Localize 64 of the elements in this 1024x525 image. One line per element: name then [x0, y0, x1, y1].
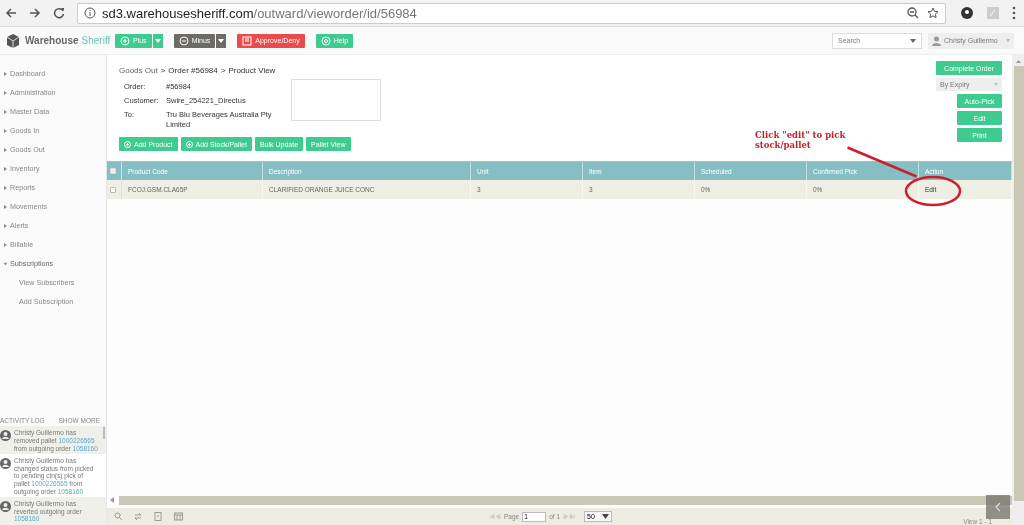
- caret-icon: [218, 38, 225, 43]
- highlight-ellipse: [904, 175, 962, 207]
- breadcrumb-item: Product View: [228, 66, 276, 75]
- bullet-icon: [4, 185, 7, 190]
- first-page-icon: [489, 514, 501, 519]
- star-icon: [927, 7, 939, 19]
- bullet-icon: [4, 71, 7, 76]
- caret-icon: [1006, 39, 1010, 42]
- bullet-icon: [4, 223, 7, 228]
- scroll-up-icon: [1016, 60, 1021, 63]
- bullet-icon: [4, 90, 7, 95]
- breadcrumb-separator: >: [160, 66, 166, 75]
- document-icon[interactable]: [154, 512, 163, 521]
- bullet-icon: [4, 109, 7, 114]
- refresh-icon[interactable]: [134, 512, 143, 521]
- chevron-left-icon: [995, 502, 1001, 512]
- caret-icon: [994, 83, 998, 86]
- info-icon: [84, 7, 96, 19]
- notes-box[interactable]: [291, 79, 381, 121]
- bullet-icon: [3, 262, 8, 265]
- extension-icon: [960, 6, 974, 20]
- breadcrumb-link[interactable]: Goods Out: [119, 66, 158, 75]
- user-icon: [932, 35, 941, 46]
- dropdown-toggle[interactable]: [152, 33, 163, 48]
- collapse-tab[interactable]: [986, 495, 1010, 519]
- button-icon: [120, 35, 130, 46]
- row-checkbox[interactable]: [110, 186, 116, 193]
- search-icon[interactable]: [114, 512, 123, 521]
- back-icon[interactable]: [5, 7, 17, 19]
- extension-icon: [986, 6, 1000, 20]
- avatar-icon: [0, 458, 11, 470]
- address-bar[interactable]: sd3.warehousesheriff.com/outward/vieworder/id/56984: [77, 2, 946, 24]
- bullet-icon: [4, 204, 7, 209]
- bullet-icon: [4, 242, 7, 247]
- button-icon: [178, 35, 189, 46]
- cube-icon: [5, 32, 21, 49]
- bullet-icon: [4, 147, 7, 152]
- breadcrumb-separator: >: [220, 66, 226, 75]
- bullet-icon: [4, 128, 7, 133]
- brand-name: Sheriff: [81, 35, 111, 46]
- url-text: sd3.warehousesheriff.com/outward/vieworder/id/56984: [102, 5, 418, 21]
- plus-icon: [124, 140, 131, 148]
- plus-icon: [185, 140, 193, 148]
- menu-icon: [1012, 6, 1016, 20]
- zoom-icon: [907, 7, 919, 19]
- annotation-text: Click "edit" to pick stock/pallet: [755, 130, 847, 150]
- scrollbar-thumb[interactable]: [1013, 66, 1024, 501]
- button-icon: [242, 35, 253, 46]
- dropdown-toggle[interactable]: [216, 33, 227, 48]
- brand-name: Warehouse: [25, 35, 79, 46]
- last-page-icon: [563, 514, 576, 519]
- caret-icon: [910, 38, 916, 43]
- button-icon: [320, 35, 331, 46]
- caret-icon: [602, 514, 610, 519]
- scroll-left-icon: [110, 497, 114, 503]
- bullet-icon: [4, 166, 7, 171]
- scrollbar-thumb[interactable]: [103, 427, 105, 440]
- columns-icon[interactable]: [174, 512, 183, 521]
- caret-icon: [154, 38, 161, 43]
- forward-icon[interactable]: [29, 7, 41, 19]
- select-all-checkbox[interactable]: [110, 168, 116, 174]
- breadcrumb-item: Order #56984: [168, 66, 218, 75]
- reload-icon[interactable]: [53, 7, 65, 19]
- scrollbar-thumb[interactable]: [119, 495, 1012, 505]
